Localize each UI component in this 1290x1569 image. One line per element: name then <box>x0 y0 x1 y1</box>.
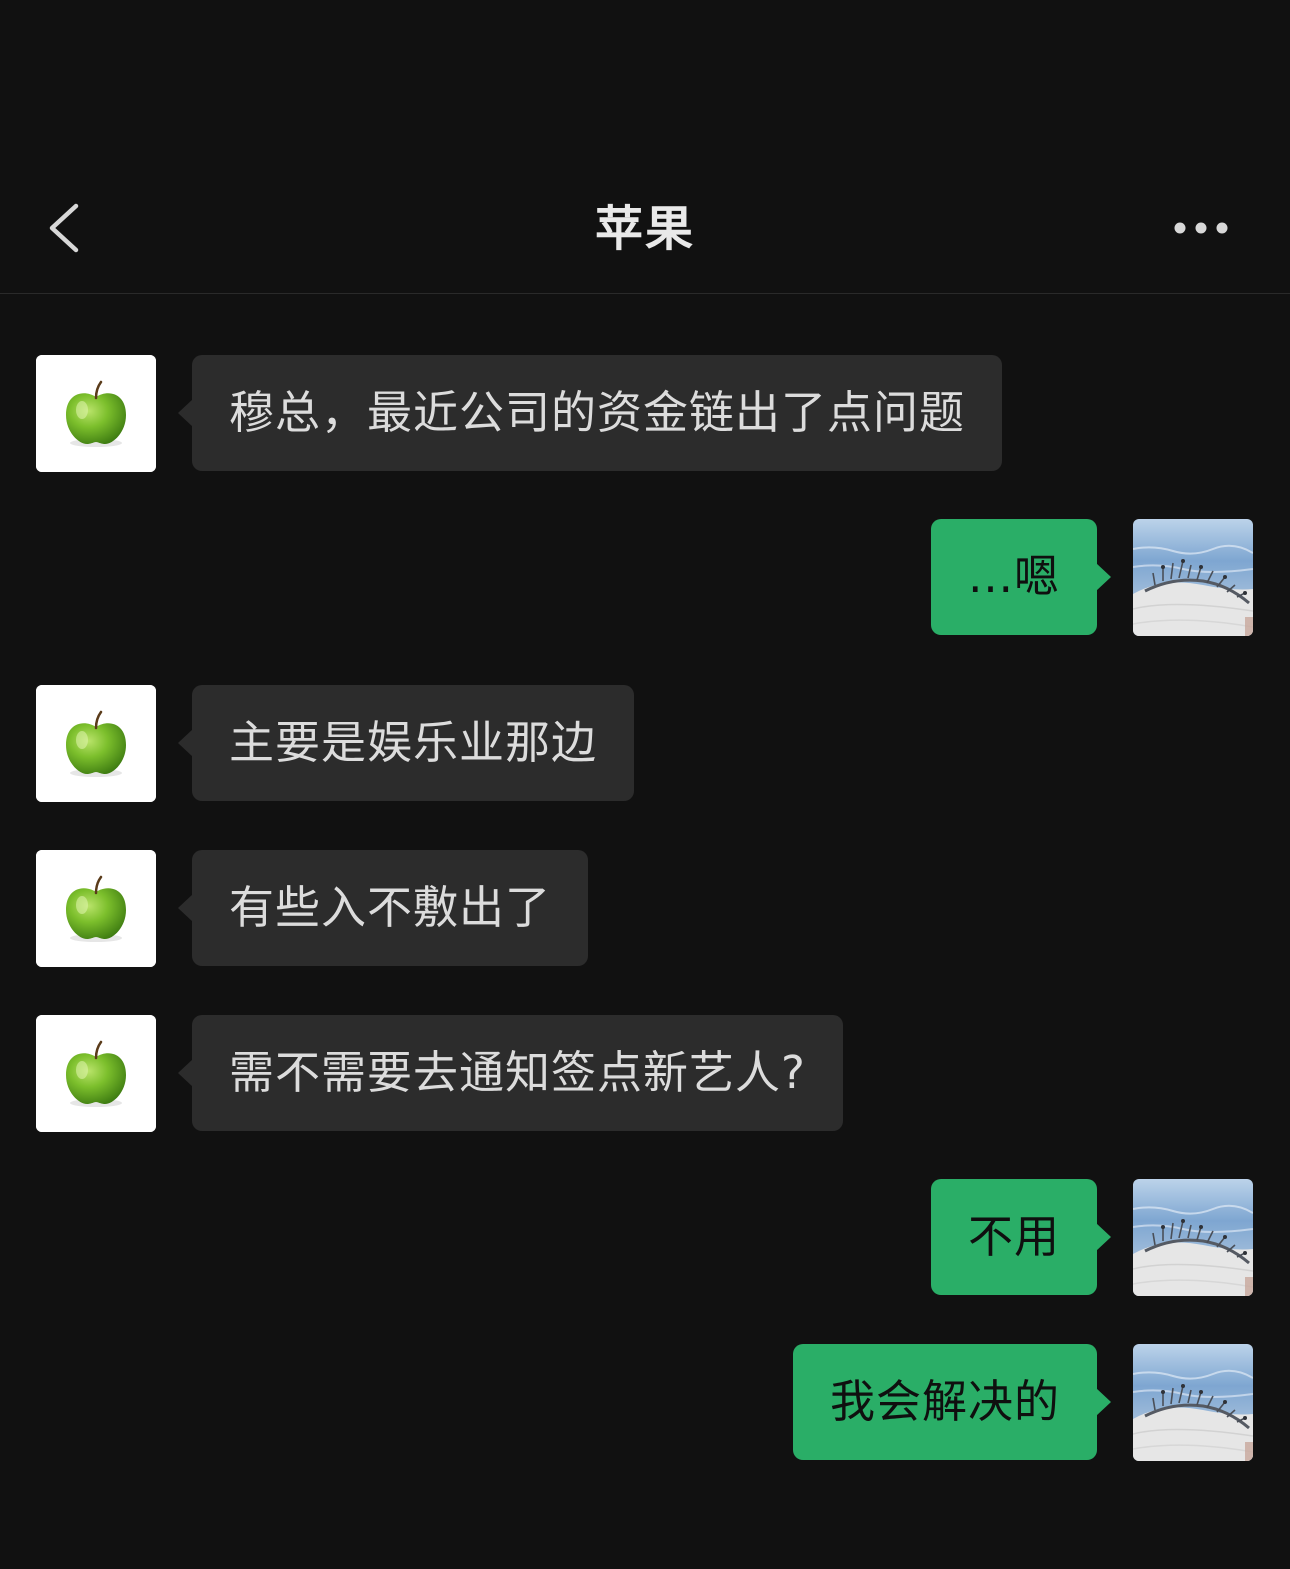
message-row: 主要是娱乐业那边 <box>0 685 1290 805</box>
chat-header: 苹果 <box>0 0 1290 294</box>
tiara-photo-icon <box>1133 1344 1253 1461</box>
tiara-photo-icon <box>1133 1179 1253 1296</box>
my-avatar[interactable] <box>1133 1344 1253 1461</box>
chat-title: 苹果 <box>594 201 695 257</box>
contact-avatar[interactable] <box>36 685 156 802</box>
chat-screen: 苹果 穆总，最近公司的资金链出了点问题 ...嗯 主要是娱乐业那边 有些入不敷出… <box>0 0 1290 1569</box>
my-avatar[interactable] <box>1133 519 1253 636</box>
message-row: ...嗯 <box>0 519 1290 639</box>
tiara-photo-icon <box>1133 519 1253 636</box>
message-bubble-outgoing[interactable]: ...嗯 <box>931 519 1111 635</box>
green-apple-icon <box>36 685 156 802</box>
contact-avatar[interactable] <box>36 1015 156 1132</box>
message-bubble-incoming[interactable]: 有些入不敷出了 <box>177 850 589 966</box>
contact-avatar[interactable] <box>36 355 156 472</box>
message-bubble-outgoing[interactable]: 不用 <box>930 1179 1112 1295</box>
message-bubble-incoming[interactable]: 穆总，最近公司的资金链出了点问题 <box>177 355 1003 471</box>
message-bubble-incoming[interactable]: 需不需要去通知签点新艺人? <box>178 1015 843 1131</box>
message-row: 我会解决的 <box>0 1344 1290 1464</box>
more-button[interactable] <box>1166 206 1238 250</box>
message-bubble-incoming[interactable]: 主要是娱乐业那边 <box>177 685 635 801</box>
more-dots-icon <box>1174 222 1228 234</box>
message-row: 穆总，最近公司的资金链出了点问题 <box>0 355 1290 475</box>
green-apple-icon <box>36 355 156 472</box>
green-apple-icon <box>36 850 156 967</box>
contact-avatar[interactable] <box>36 850 156 967</box>
message-row: 有些入不敷出了 <box>0 850 1290 970</box>
message-bubble-outgoing[interactable]: 我会解决的 <box>792 1344 1112 1460</box>
message-row: 不用 <box>0 1179 1290 1299</box>
green-apple-icon <box>36 1015 156 1132</box>
my-avatar[interactable] <box>1133 1179 1253 1296</box>
message-row: 需不需要去通知签点新艺人? <box>0 1015 1290 1135</box>
